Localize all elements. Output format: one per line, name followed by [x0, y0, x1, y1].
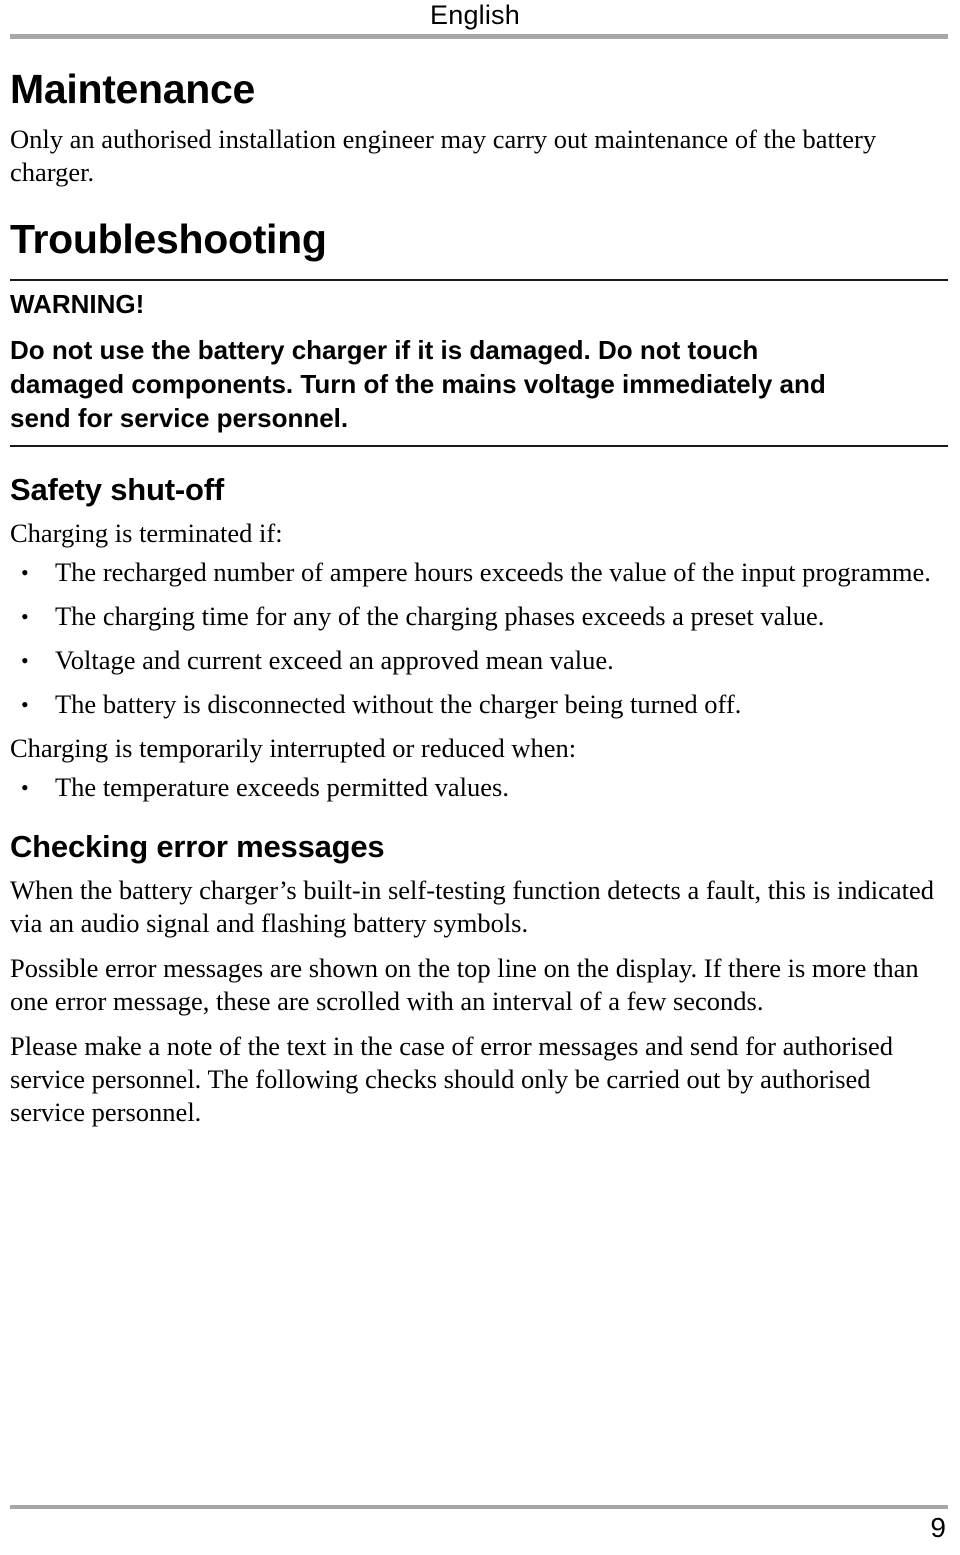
list-item-label: The battery is disconnected without the … [55, 689, 742, 719]
paragraph-charging-terminated-intro: Charging is terminated if: [10, 518, 283, 548]
list-item-label: The temperature exceeds permitted values… [55, 772, 509, 802]
warning-box: WARNING! Do not use the battery charger … [10, 279, 948, 447]
document-page: English Maintenance Only an authorised i… [0, 0, 960, 1555]
section-maintenance: Maintenance Only an authorised installat… [10, 65, 948, 189]
list-item: • The battery is disconnected without th… [10, 688, 948, 721]
bullet-icon: • [21, 560, 29, 585]
list-charging-interrupted: • The temperature exceeds permitted valu… [10, 771, 948, 804]
page-footer: 9 [10, 1505, 948, 1545]
paragraph-error-detection: When the battery charger’s built-in self… [10, 875, 935, 938]
page-header: English [10, 0, 948, 33]
warning-text: Do not use the battery charger if it is … [10, 335, 826, 433]
bullet-icon: • [21, 604, 29, 629]
list-item: • The recharged number of ampere hours e… [10, 556, 948, 589]
list-item: • The temperature exceeds permitted valu… [10, 771, 948, 804]
list-item: • The charging time for any of the charg… [10, 600, 948, 633]
bullet-icon: • [21, 648, 29, 673]
section-checking-error-messages: Checking error messages When the battery… [10, 828, 948, 1129]
list-item-label: The charging time for any of the chargin… [55, 601, 825, 631]
heading-troubleshooting: Troubleshooting [10, 216, 327, 262]
header-divider-rule [10, 34, 948, 39]
heading-maintenance: Maintenance [10, 66, 256, 112]
list-item-label: Voltage and current exceed an approved m… [55, 645, 614, 675]
heading-checking-error-messages: Checking error messages [10, 829, 385, 864]
page-number: 9 [930, 1512, 946, 1543]
list-charging-terminated: • The recharged number of ampere hours e… [10, 556, 948, 721]
bullet-icon: • [21, 775, 29, 800]
header-language-title: English [430, 0, 520, 30]
paragraph-maintenance: Only an authorised installation engineer… [10, 124, 877, 187]
section-troubleshooting: Troubleshooting WARNING! Do not use the … [10, 215, 948, 447]
warning-title: WARNING! [10, 289, 145, 319]
paragraph-charging-interrupted-intro: Charging is temporarily interrupted or r… [10, 733, 577, 763]
list-item-label: The recharged number of ampere hours exc… [55, 557, 931, 587]
section-safety-shutoff: Safety shut-off Charging is terminated i… [10, 471, 948, 804]
heading-safety-shutoff: Safety shut-off [10, 472, 225, 507]
list-item: • Voltage and current exceed an approved… [10, 644, 948, 677]
paragraph-error-service-note: Please make a note of the text in the ca… [10, 1031, 894, 1127]
bullet-icon: • [21, 692, 29, 717]
paragraph-error-display: Possible error messages are shown on the… [10, 953, 919, 1016]
